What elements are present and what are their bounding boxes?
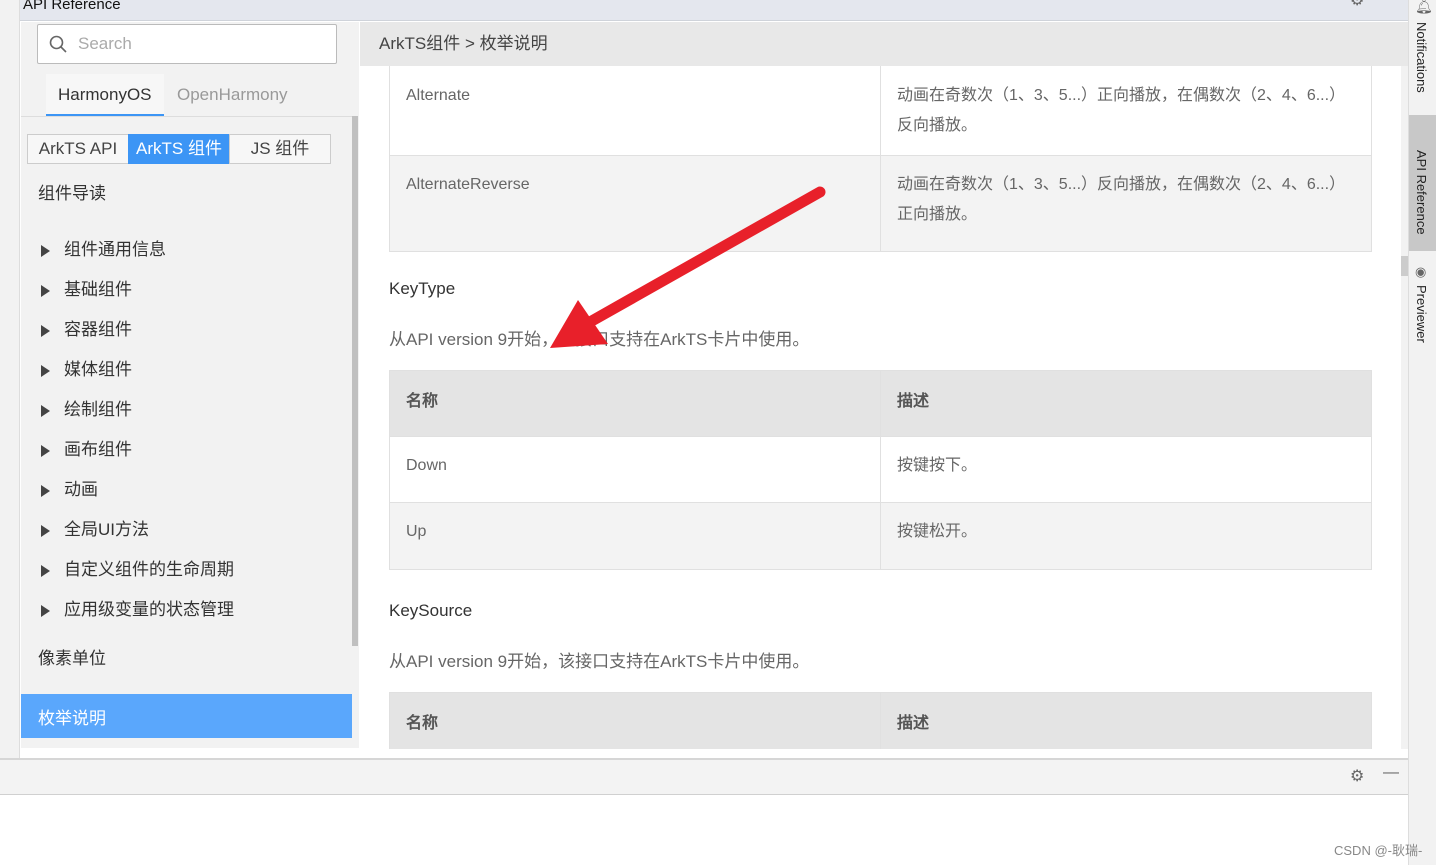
search-icon xyxy=(49,35,67,53)
header-name: 名称 xyxy=(389,692,881,749)
breadcrumb: ArkTS组件 > 枚举说明 xyxy=(360,22,1408,66)
expand-triangle-icon[interactable] xyxy=(41,364,50,377)
nav-group-label: 绘制组件 xyxy=(64,400,132,419)
expand-triangle-icon[interactable] xyxy=(41,444,50,457)
table-row: Alternate 动画在奇数次（1、3、5...）正向播放，在偶数次（2、4、6… xyxy=(389,66,1372,156)
segment-arkts-components[interactable]: ArkTS 组件 xyxy=(128,134,230,164)
cell-name: AlternateReverse xyxy=(389,155,881,252)
cell-desc: 按键按下。 xyxy=(880,436,1372,503)
right-tool-strip: 🔔︎ Notifications API Reference ◉ Preview… xyxy=(1408,0,1436,865)
header-name: 名称 xyxy=(389,370,881,437)
expand-triangle-icon[interactable] xyxy=(41,604,50,617)
cell-name: Up xyxy=(389,502,881,570)
watermark: CSDN @-耿瑞- xyxy=(1334,843,1423,858)
panel-title-bar: API Reference ⚙ — xyxy=(20,0,1408,21)
panel-title: API Reference xyxy=(23,0,121,13)
gear-icon[interactable]: ⚙ xyxy=(1350,766,1364,786)
nav-group[interactable]: 容器组件 xyxy=(38,318,132,342)
nav-group-label: 媒体组件 xyxy=(64,360,132,379)
sidebar-scrollbar[interactable] xyxy=(352,116,358,646)
header-desc: 描述 xyxy=(880,370,1372,437)
expand-triangle-icon[interactable] xyxy=(41,324,50,337)
nav-group[interactable]: 媒体组件 xyxy=(38,358,132,382)
nav-group-label: 动画 xyxy=(64,480,98,499)
table-row: Up 按键松开。 xyxy=(389,502,1372,570)
tab-harmonyos[interactable]: HarmonyOS xyxy=(46,74,164,116)
nav-group[interactable]: 自定义组件的生命周期 xyxy=(38,558,234,582)
nav-group-label: 基础组件 xyxy=(64,280,132,299)
table-row: AlternateReverse 动画在奇数次（1、3、5...）反向播放，在偶数… xyxy=(389,155,1372,252)
expand-triangle-icon[interactable] xyxy=(41,244,50,257)
search-input[interactable]: Search xyxy=(37,24,337,64)
nav-group-label: 自定义组件的生命周期 xyxy=(64,560,234,579)
nav-enum-description-active[interactable]: 枚举说明 xyxy=(21,694,352,738)
expand-triangle-icon[interactable] xyxy=(41,484,50,497)
minimize-icon[interactable]: — xyxy=(1383,764,1399,782)
table-row: Down 按键按下。 xyxy=(389,436,1372,503)
nav-intro[interactable]: 组件导读 xyxy=(38,182,106,206)
nav-group-label: 容器组件 xyxy=(64,320,132,339)
minimize-icon[interactable]: — xyxy=(1376,0,1392,7)
cell-desc: 动画在奇数次（1、3、5...）反向播放，在偶数次（2、4、6...）正向播放。 xyxy=(880,155,1372,252)
doc-content: Alternate 动画在奇数次（1、3、5...）正向播放，在偶数次（2、4、6… xyxy=(360,66,1400,749)
sidebar: Search HarmonyOS OpenHarmony ArkTS API A… xyxy=(21,22,359,748)
nav-group[interactable]: 画布组件 xyxy=(38,438,132,462)
cell-name: Down xyxy=(389,436,881,503)
header-desc: 描述 xyxy=(880,692,1372,749)
expand-triangle-icon[interactable] xyxy=(41,564,50,577)
content-scrollbar[interactable] xyxy=(1401,66,1408,749)
segment-arkts-api[interactable]: ArkTS API xyxy=(27,134,129,164)
nav-group-label: 全局UI方法 xyxy=(64,520,149,539)
nav-group[interactable]: 组件通用信息 xyxy=(38,238,166,262)
eye-icon: ◉ xyxy=(1415,264,1427,279)
nav-pixel-units[interactable]: 像素单位 xyxy=(38,647,106,671)
cell-name: Alternate xyxy=(389,66,881,156)
table-header: 名称 描述 xyxy=(389,370,1372,437)
nav-group[interactable]: 应用级变量的状态管理 xyxy=(38,598,234,622)
expand-triangle-icon[interactable] xyxy=(41,524,50,537)
bell-icon: 🔔︎ xyxy=(1415,0,1433,14)
cell-desc: 动画在奇数次（1、3、5...）正向播放，在偶数次（2、4、6...）反向播放。 xyxy=(880,66,1372,156)
enum-table-playmode: Alternate 动画在奇数次（1、3、5...）正向播放，在偶数次（2、4、6… xyxy=(389,66,1372,252)
gear-icon[interactable]: ⚙ xyxy=(1350,0,1364,9)
nav-group[interactable]: 绘制组件 xyxy=(38,398,132,422)
tool-api-reference[interactable]: API Reference xyxy=(1414,150,1429,235)
tool-previewer[interactable]: Previewer xyxy=(1414,285,1429,343)
tool-notifications[interactable]: Notifications xyxy=(1414,22,1429,93)
expand-triangle-icon[interactable] xyxy=(41,404,50,417)
section-note: 从API version 9开始，该接口支持在ArkTS卡片中使用。 xyxy=(389,330,810,349)
nav-group-label: 组件通用信息 xyxy=(64,240,166,259)
nav-group-label: 应用级变量的状态管理 xyxy=(64,600,234,619)
segment-js-components[interactable]: JS 组件 xyxy=(229,134,331,164)
table-header: 名称 描述 xyxy=(389,692,1372,749)
tab-openharmony[interactable]: OpenHarmony xyxy=(165,74,300,116)
section-title-keysource: KeySource xyxy=(389,601,473,620)
expand-triangle-icon[interactable] xyxy=(41,284,50,297)
ide-left-strip xyxy=(0,0,20,760)
section-note: 从API version 9开始，该接口支持在ArkTS卡片中使用。 xyxy=(389,652,810,671)
nav-group[interactable]: 动画 xyxy=(38,478,98,502)
search-placeholder: Search xyxy=(78,34,132,53)
nav-group-label: 画布组件 xyxy=(64,440,132,459)
section-title-keytype: KeyType xyxy=(389,279,456,298)
cell-desc: 按键松开。 xyxy=(880,502,1372,570)
nav-group[interactable]: 基础组件 xyxy=(38,278,132,302)
enum-table-keytype: 名称 描述 Down 按键按下。 Up 按键松开。 xyxy=(389,370,1372,570)
bottom-panel-bar: ⚙ — xyxy=(0,758,1408,795)
nav-group[interactable]: 全局UI方法 xyxy=(38,518,149,542)
enum-table-keysource: 名称 描述 xyxy=(389,692,1372,749)
